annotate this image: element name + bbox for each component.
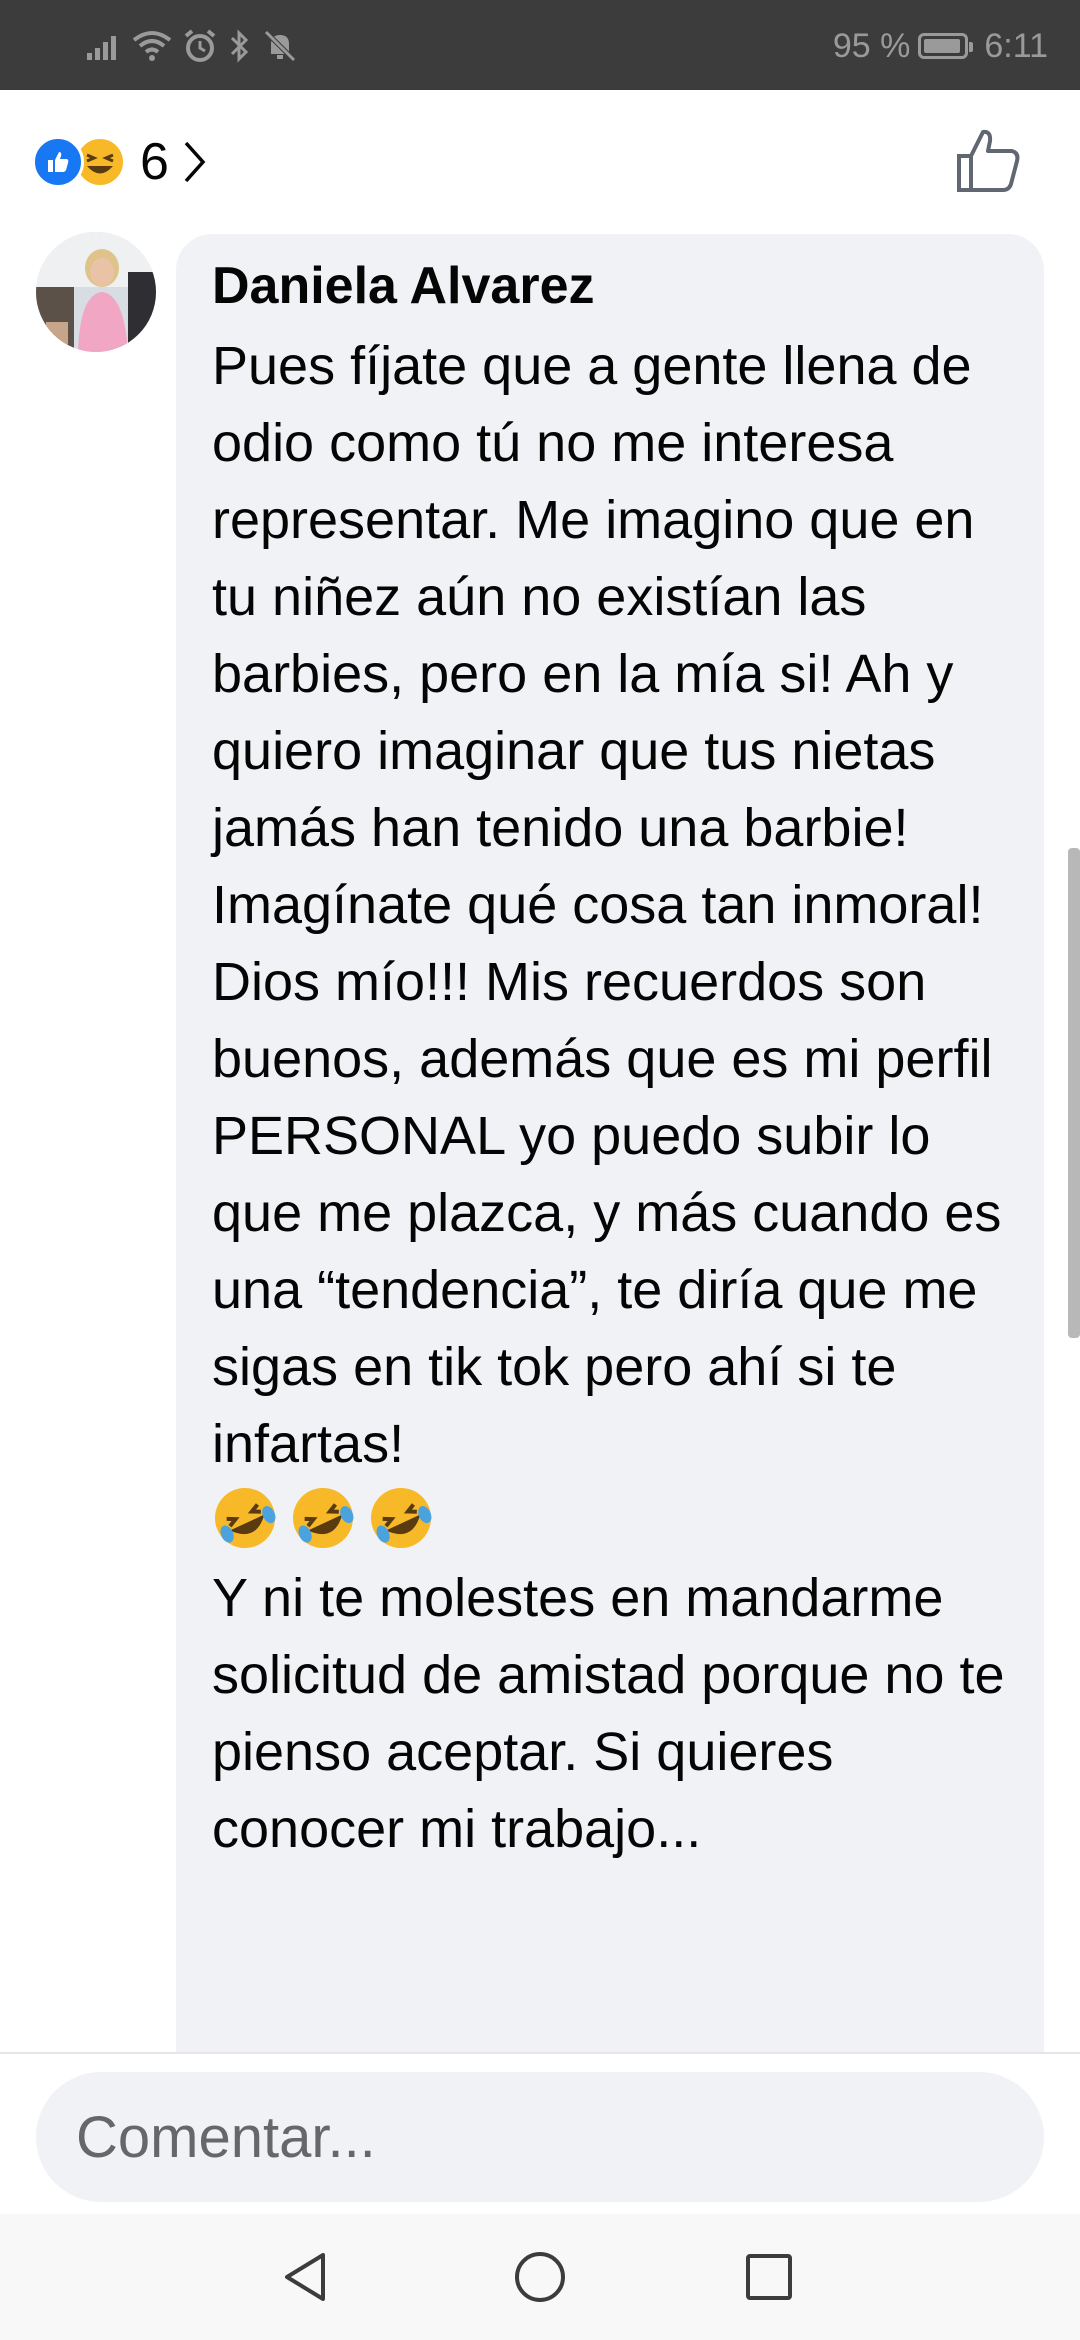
rolling-on-floor-laughing-icon: [215, 1488, 276, 1548]
back-button[interactable]: [272, 2242, 342, 2312]
battery-icon: [918, 33, 974, 59]
status-bar: 95 % 6:11: [0, 0, 1080, 90]
battery-percent: 95 %: [832, 26, 911, 65]
system-nav-bar: [0, 2214, 1080, 2340]
comment-input[interactable]: [36, 2072, 1044, 2202]
comment-text: Pues fíjate que a gente llena de odio co…: [212, 328, 1032, 1868]
bluetooth-icon: [230, 29, 249, 63]
comment-composer: [0, 2052, 1080, 2214]
comment-bubble: Daniela Alvarez Pues fíjate que a gente …: [176, 234, 1044, 2134]
alarm-icon: [184, 29, 216, 62]
home-button[interactable]: [505, 2242, 575, 2312]
back-triangle-icon: [285, 2253, 325, 2301]
chevron-right-icon: [184, 141, 206, 183]
scrollbar[interactable]: [1068, 848, 1080, 1338]
recents-button[interactable]: [734, 2242, 804, 2312]
comment-author[interactable]: Daniela Alvarez: [212, 250, 594, 322]
comment-text-continued: Y ni te molestes en mandarme solicitud d…: [212, 1568, 1020, 1859]
status-icons-left: [86, 24, 298, 68]
like-reaction-icon: [32, 136, 84, 188]
reactions-header: 6: [0, 90, 1080, 230]
commenter-avatar[interactable]: [36, 232, 156, 352]
comment-text-main: Pues fíjate que a gente llena de odio co…: [212, 336, 1017, 1474]
rolling-on-floor-laughing-icon: [293, 1488, 354, 1548]
status-icons-right: 95 % 6:11: [833, 24, 1048, 68]
wifi-icon: [132, 31, 172, 61]
reactions-summary[interactable]: 6: [32, 132, 207, 192]
reaction-count: 6: [140, 133, 169, 191]
screen: 95 % 6:11 6 Daniela Alvarez Pues fíjate …: [0, 0, 1080, 2340]
clock: 6:11: [984, 26, 1048, 65]
mute-icon: [264, 30, 296, 62]
home-circle-icon: [515, 2252, 565, 2302]
signal-icon: [87, 36, 116, 60]
rolling-on-floor-laughing-icon: [371, 1488, 432, 1548]
recents-square-icon: [746, 2254, 792, 2300]
emoji-row: [212, 1488, 446, 1551]
like-button-icon[interactable]: [954, 126, 1024, 196]
